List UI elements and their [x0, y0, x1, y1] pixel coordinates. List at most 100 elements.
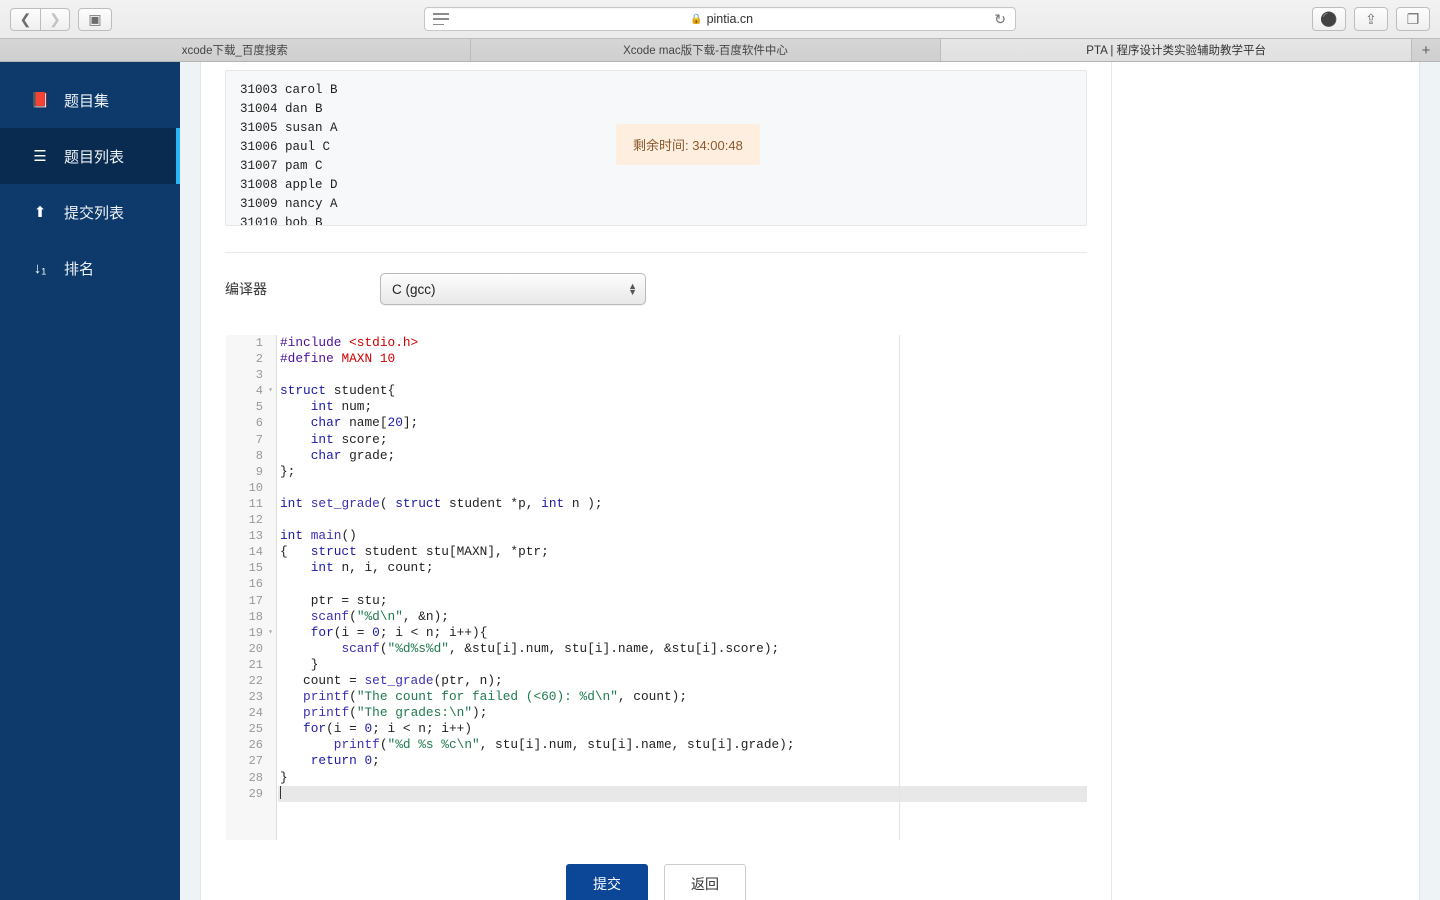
problem-main-column: 31003 carol B 31004 dan B 31005 susan A 310…	[201, 62, 1111, 900]
section-divider	[225, 252, 1087, 253]
downloads-icon[interactable]: ⚫	[1312, 7, 1346, 31]
editor-code-line[interactable]: count = set_grade(ptr, n);	[280, 673, 1087, 689]
editor-line-number: 25	[248, 722, 263, 737]
editor-line-number: 22	[248, 673, 263, 688]
page-body: 📕 题目集 ☰ 题目列表 ⬆ 提交列表 ↓₁ 排名 31003 carol B 3…	[0, 62, 1440, 900]
reader-view-icon[interactable]	[433, 13, 449, 25]
editor-code-line[interactable]: int n, i, count;	[280, 560, 1087, 576]
browser-chrome: ❮ ❯ ▣ 🔒 pintia.cn ↻ ⚫ ⇪ ❐ xcode下载_百度搜索 X…	[0, 0, 1440, 62]
editor-line-number: 19 ▾	[248, 625, 273, 641]
editor-ruler	[899, 335, 900, 840]
editor-line-number: 5	[255, 400, 263, 415]
editor-code-line[interactable]	[278, 785, 1087, 802]
address-bar[interactable]: 🔒 pintia.cn ↻	[424, 7, 1016, 31]
editor-code-line[interactable]: { struct student stu[MAXN], *ptr;	[280, 544, 1087, 560]
back-button[interactable]: ❮	[10, 7, 40, 31]
code-editor[interactable]: 1 2 3 4 ▾ 5 6 7 8 9 10 11 12 13 14 15 16 17 18 19 ▾ 20 21 22 23 2…	[225, 335, 1087, 840]
editor-code-line[interactable]	[280, 367, 1087, 383]
back-button-page[interactable]: 返回	[664, 864, 746, 900]
editor-code-line[interactable]: printf("The grades:\n");	[280, 705, 1087, 721]
editor-code-line[interactable]: struct student{	[280, 383, 1087, 399]
sidebar: 📕 题目集 ☰ 题目列表 ⬆ 提交列表 ↓₁ 排名	[0, 62, 180, 900]
editor-line-number: 1	[255, 336, 263, 350]
editor-code-line[interactable]: printf("The count for failed (<60): %d\n…	[280, 689, 1087, 705]
sample-output-line: 31010 bob B	[240, 216, 323, 226]
editor-line-number: 3	[255, 368, 263, 383]
editor-line-number: 11	[248, 496, 263, 511]
problem-side-column	[1111, 62, 1419, 900]
editor-line-number: 18	[248, 609, 263, 624]
sidebar-item-ranking[interactable]: ↓₁ 排名	[0, 240, 180, 296]
editor-line-number: 14	[248, 545, 263, 560]
editor-code-line[interactable]: for(i = 0; i < n; i++){	[280, 625, 1087, 641]
editor-code-line[interactable]	[280, 480, 1087, 496]
editor-code-line[interactable]: scanf("%d\n", &n);	[280, 609, 1087, 625]
sidebar-item-problem-set[interactable]: 📕 题目集	[0, 72, 180, 128]
editor-line-number: 9	[255, 464, 263, 479]
editor-code-line[interactable]: char name[20];	[280, 415, 1087, 431]
share-icon[interactable]: ⇪	[1354, 7, 1388, 31]
editor-code[interactable]: #include <stdio.h> #define MAXN 10 struct…	[278, 335, 1087, 840]
toolbar-right-buttons: ⚫ ⇪ ❐	[1312, 7, 1430, 31]
sidebar-toggle-icon[interactable]: ▣	[78, 7, 112, 31]
editor-gutter: 1 2 3 4 ▾ 5 6 7 8 9 10 11 12 13 14 15 16 17 18 19 ▾ 20 21 22 23 2…	[226, 335, 277, 840]
sample-output-line: 31009 nancy A	[240, 197, 338, 211]
sidebar-item-problem-list[interactable]: ☰ 题目列表	[0, 128, 180, 184]
lock-icon: 🔒	[690, 13, 703, 25]
editor-line-number: 20	[248, 641, 263, 656]
fold-arrow-icon[interactable]: ▾	[268, 625, 273, 641]
editor-line-number: 29	[248, 786, 263, 801]
editor-code-line[interactable]: }	[280, 657, 1087, 673]
sidebar-item-label: 提交列表	[64, 204, 125, 222]
editor-line-number: 15	[248, 561, 263, 576]
editor-code-line[interactable]	[280, 512, 1087, 528]
browser-tab-2[interactable]: Xcode mac版下载-百度软件中心	[470, 39, 942, 61]
browser-tab-3[interactable]: PTA | 程序设计类实验辅助教学平台	[941, 39, 1413, 61]
problem-card: 31003 carol B 31004 dan B 31005 susan A 310…	[200, 62, 1420, 900]
editor-code-line[interactable]	[280, 576, 1087, 592]
content-area: 31003 carol B 31004 dan B 31005 susan A 310…	[180, 62, 1440, 900]
editor-code-line[interactable]: };	[280, 464, 1087, 480]
remaining-time-badge: 剩余时间: 34:00:48	[616, 124, 760, 165]
reload-icon[interactable]: ↻	[994, 11, 1006, 28]
editor-line-number: 27	[248, 754, 263, 769]
forward-button[interactable]: ❯	[40, 7, 70, 31]
editor-line-number: 26	[248, 738, 263, 753]
editor-code-line[interactable]: scanf("%d%s%d", &stu[i].num, stu[i].name…	[280, 641, 1087, 657]
editor-line-number: 2	[255, 352, 263, 367]
sidebar-item-submission-list[interactable]: ⬆ 提交列表	[0, 184, 180, 240]
sidebar-item-label: 题目集	[64, 92, 110, 110]
tab-bar: xcode下载_百度搜索 Xcode mac版下载-百度软件中心 PTA | 程…	[0, 38, 1440, 61]
compiler-label: 编译器	[225, 281, 267, 297]
editor-code-line[interactable]: #include <stdio.h>	[280, 335, 1087, 351]
compiler-select[interactable]: C (gcc) ▲ ▼	[380, 273, 646, 305]
submit-button[interactable]: 提交	[566, 864, 648, 900]
editor-code-line[interactable]: int num;	[280, 399, 1087, 415]
tab-overview-icon[interactable]: ❐	[1396, 7, 1430, 31]
editor-code-line[interactable]: for(i = 0; i < n; i++)	[280, 721, 1087, 737]
editor-line-number: 21	[248, 657, 263, 672]
editor-code-line[interactable]: }	[280, 770, 1087, 786]
editor-code-line[interactable]: ptr = stu;	[280, 593, 1087, 609]
editor-code-line[interactable]: return 0;	[280, 753, 1087, 769]
sample-output-line: 31004 dan B	[240, 102, 323, 116]
editor-code-line[interactable]: printf("%d %s %c\n", stu[i].num, stu[i].…	[280, 737, 1087, 753]
editor-code-line[interactable]: char grade;	[280, 448, 1087, 464]
sidebar-item-label: 排名	[64, 260, 95, 278]
compiler-selected-value: C (gcc)	[392, 281, 436, 297]
url-text: pintia.cn	[706, 12, 754, 26]
editor-code-line[interactable]: int main()	[280, 528, 1087, 544]
editor-code-line[interactable]: int score;	[280, 432, 1087, 448]
editor-line-number: 17	[248, 593, 263, 608]
editor-line-number: 7	[255, 432, 263, 447]
text-cursor	[280, 785, 281, 799]
editor-code-line[interactable]: #define MAXN 10	[280, 351, 1087, 367]
fold-arrow-icon[interactable]: ▾	[268, 383, 273, 399]
editor-code-line[interactable]: int set_grade( struct student *p, int n …	[280, 496, 1087, 512]
editor-line-number: 8	[255, 448, 263, 463]
new-tab-button[interactable]: +	[1412, 39, 1440, 61]
compiler-row: 编译器 C (gcc) ▲ ▼	[225, 261, 1087, 317]
editor-line-number: 12	[248, 513, 263, 528]
editor-line-number: 13	[248, 529, 263, 544]
browser-tab-1[interactable]: xcode下载_百度搜索	[0, 39, 471, 61]
